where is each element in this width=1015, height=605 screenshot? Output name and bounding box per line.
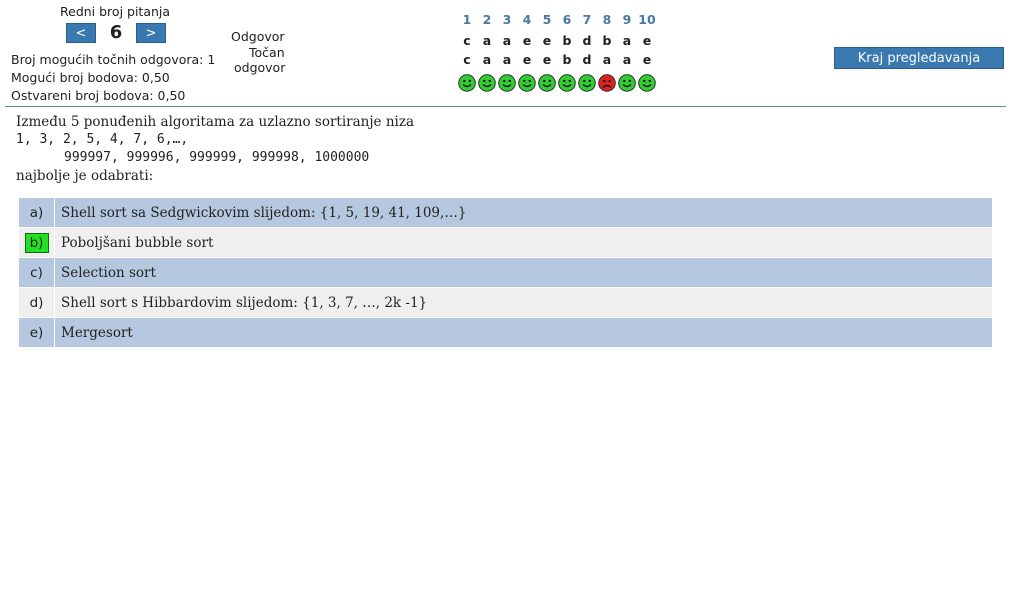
smiley-happy-icon [458,74,476,96]
smiley-happy-icon [518,74,536,96]
option-row-a[interactable]: a) Shell sort sa Sedgwickovim slijedom: … [19,198,992,228]
option-letter-b-correct: b) [24,232,49,253]
question-line-1: Između 5 ponuđenih algoritama za uzlazno… [16,114,414,130]
possible-correct-count: Broj mogućih točnih odgovora: 1 [11,52,216,67]
given-answer-8: b [602,33,612,48]
smiley-sad-icon [598,74,616,96]
correct-answer-9: a [622,52,632,67]
question-2-link[interactable]: 2 [477,12,497,27]
question-7-link[interactable]: 7 [577,12,597,27]
option-letter-e: e) [29,324,44,341]
option-row-b[interactable]: b) Poboljšani bubble sort [19,228,992,258]
correct-answer-8: a [602,52,612,67]
question-6-link[interactable]: 6 [557,12,577,27]
smiley-happy-icon [558,74,576,96]
current-question-number: 6 [109,22,123,43]
smiley-happy-icon [618,74,636,96]
smiley-happy-icon [478,74,496,96]
option-row-d[interactable]: d) Shell sort s Hibbardovim slijedom: {1… [19,288,992,318]
correct-answer-3: a [502,52,512,67]
earned-points: Ostvareni broj bodova: 0,50 [11,88,186,103]
option-text-d: Shell sort s Hibbardovim slijedom: {1, 3… [61,294,428,311]
question-3-link[interactable]: 3 [497,12,517,27]
question-9-link[interactable]: 9 [617,12,637,27]
smiley-happy-icon [638,74,656,96]
question-line-2: 1, 3, 2, 5, 4, 7, 6,…, [16,132,189,147]
question-line-3: 999997, 999996, 999999, 999998, 1000000 [64,150,370,165]
given-answer-4: e [522,33,532,48]
question-5-link[interactable]: 5 [537,12,557,27]
option-text-b: Poboljšani bubble sort [61,234,214,251]
given-answer-5: e [542,33,552,48]
given-answer-9: a [622,33,632,48]
option-letter-d: d) [29,294,44,311]
given-answer-10: e [642,33,652,48]
correct-answer-1: c [463,52,471,67]
answer-options: a) Shell sort sa Sedgwickovim slijedom: … [19,198,992,348]
option-letter-a: a) [29,204,44,221]
smiley-happy-icon [498,74,516,96]
smiley-happy-icon [538,74,556,96]
question-text: Između 5 ponuđenih algoritama za uzlazno… [16,114,414,186]
given-answer-2: a [482,33,492,48]
correct-row-label-line2: odgovor [234,60,286,75]
question-number-label: Redni broj pitanja [60,4,171,19]
correct-answer-6: b [562,52,572,67]
option-text-c: Selection sort [61,264,156,281]
correct-row-label-line1: Točan [249,45,285,60]
previous-question-button[interactable]: < [66,23,96,43]
smiley-happy-icon [578,74,596,96]
header-divider [5,106,1006,107]
option-row-c[interactable]: c) Selection sort [19,258,992,288]
option-row-e[interactable]: e) Mergesort [19,318,992,348]
given-answer-1: c [463,33,471,48]
end-review-button[interactable]: Kraj pregledavanja [834,47,1004,69]
next-question-button[interactable]: > [136,23,166,43]
question-1-link[interactable]: 1 [457,12,477,27]
option-text-e: Mergesort [61,324,133,341]
correct-answer-4: e [522,52,532,67]
question-10-link[interactable]: 10 [637,12,657,27]
correct-answer-5: e [542,52,552,67]
option-letter-c: c) [30,264,43,281]
correct-answer-7: d [582,52,592,67]
possible-points: Mogući broj bodova: 0,50 [11,70,170,85]
option-text-a: Shell sort sa Sedgwickovim slijedom: {1,… [61,204,467,221]
given-answer-3: a [502,33,512,48]
correct-answer-2: a [482,52,492,67]
given-answer-6: b [562,33,572,48]
question-line-4: najbolje je odabrati: [16,168,154,184]
answer-row-label: Odgovor [231,29,285,44]
question-8-link[interactable]: 8 [597,12,617,27]
given-answer-7: d [582,33,592,48]
correct-answer-10: e [642,52,652,67]
question-4-link[interactable]: 4 [517,12,537,27]
